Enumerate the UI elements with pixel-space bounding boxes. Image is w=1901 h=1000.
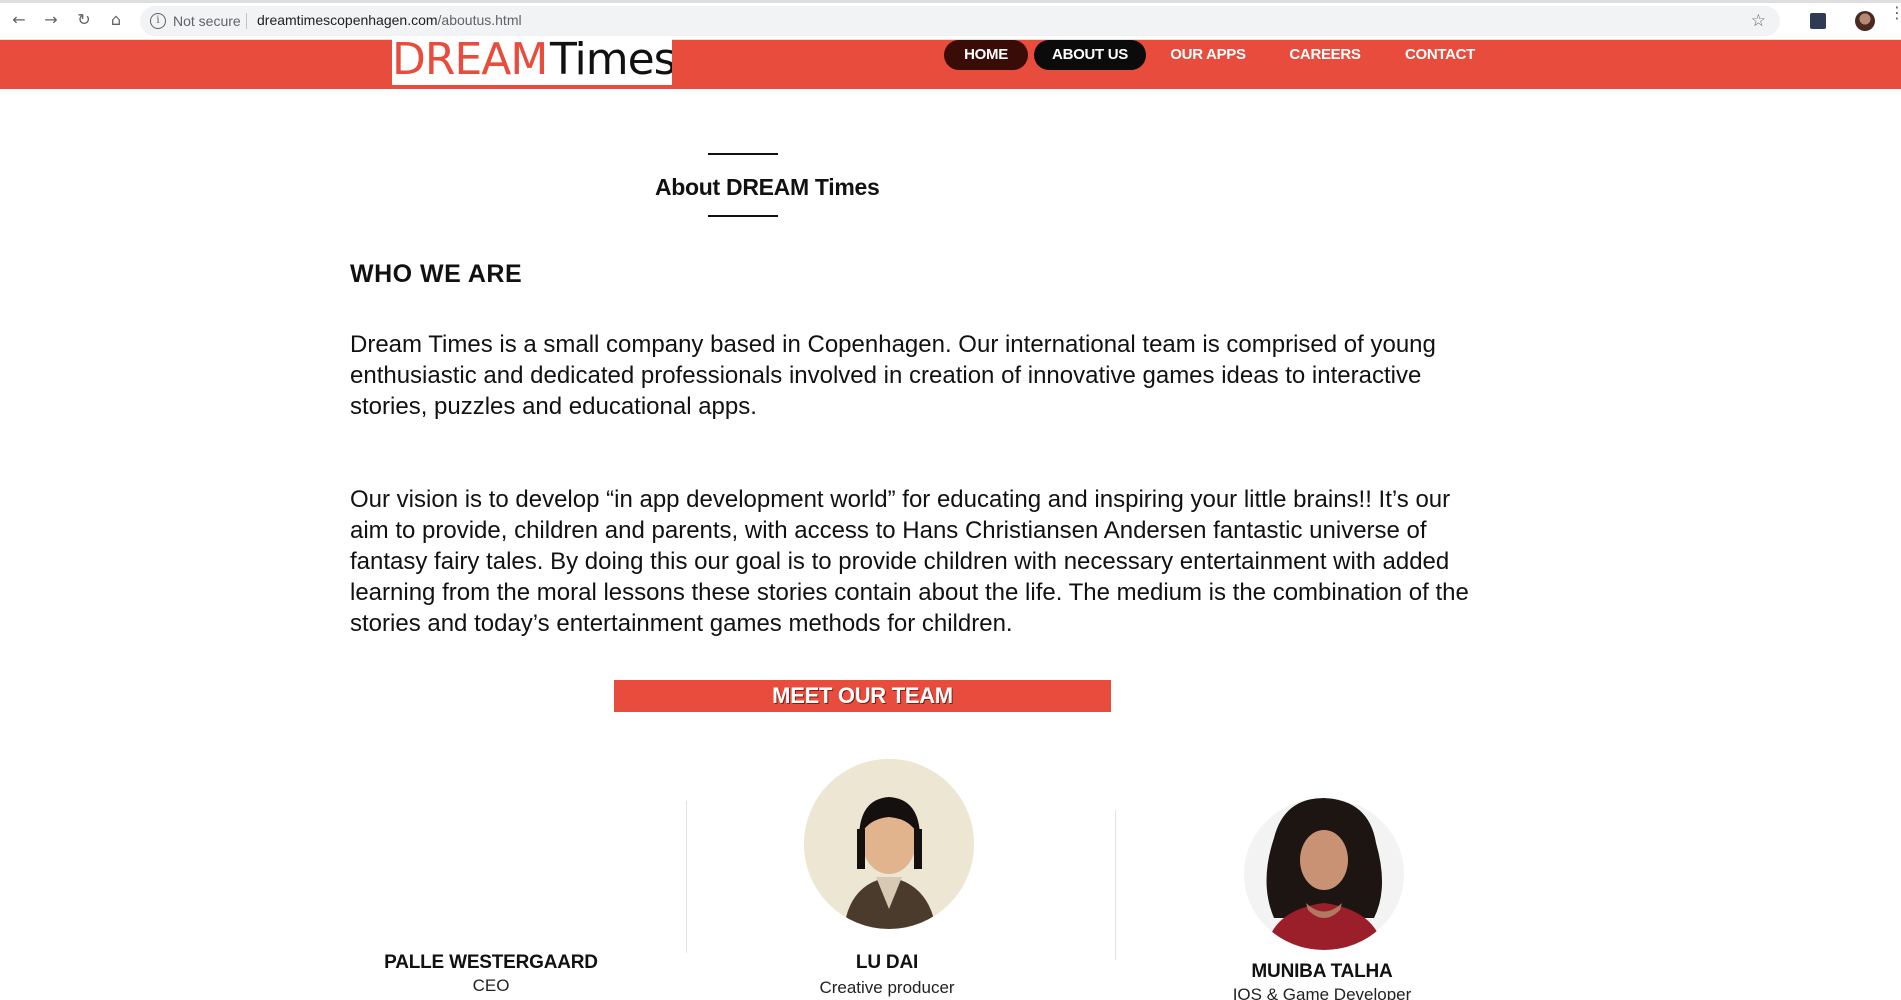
member-name: LU DAI bbox=[855, 952, 919, 973]
security-label: Not secure bbox=[173, 13, 241, 29]
member-photo bbox=[1244, 798, 1404, 950]
title-rule-bottom bbox=[708, 215, 778, 217]
logo-times: Times bbox=[550, 38, 672, 85]
team-heading-bar: MEET OUR TEAM bbox=[614, 680, 1111, 712]
address-separator bbox=[246, 13, 247, 29]
reload-icon[interactable]: ↻ bbox=[75, 11, 93, 29]
section-heading: WHO WE ARE bbox=[350, 260, 523, 288]
member-role: CEO bbox=[472, 976, 510, 995]
url-domain: dreamtimescopenhagen.com bbox=[257, 12, 438, 28]
nav-careers[interactable]: CAREERS bbox=[1272, 40, 1378, 70]
member-role: Creative producer bbox=[819, 978, 955, 997]
address-bar[interactable]: i Not secure dreamtimescopenhagen.com/ab… bbox=[140, 6, 1780, 36]
vision-paragraph: Our vision is to develop “in app develop… bbox=[350, 486, 1469, 637]
member-role: IOS & Game Developer bbox=[1232, 985, 1412, 1000]
logo-dream: DREAM bbox=[392, 38, 548, 85]
url-text[interactable]: dreamtimescopenhagen.com/aboutus.html bbox=[257, 12, 522, 28]
team-heading: MEET OUR TEAM bbox=[772, 683, 953, 708]
member-name: PALLE WESTERGAARD bbox=[384, 952, 598, 973]
member-photo bbox=[804, 759, 974, 929]
back-arrow-icon[interactable]: ← bbox=[10, 11, 28, 29]
url-path: /aboutus.html bbox=[437, 12, 522, 28]
page-title: About DREAM Times bbox=[655, 174, 880, 200]
member-name: MUNIBA TALHA bbox=[1251, 961, 1393, 982]
info-icon[interactable]: i bbox=[150, 13, 166, 29]
bookmark-star-icon[interactable]: ☆ bbox=[1751, 11, 1766, 31]
menu-dots-icon[interactable]: ⋮ bbox=[1889, 5, 1901, 21]
intro-paragraph: Dream Times is a small company based in … bbox=[350, 331, 1436, 420]
site-logo[interactable]: DREAM Times bbox=[392, 38, 672, 85]
nav-home[interactable]: HOME bbox=[944, 40, 1028, 70]
browser-toolbar: ← → ↻ ⌂ i Not secure dreamtimescopenhage… bbox=[0, 0, 1901, 40]
team-divider bbox=[1115, 810, 1116, 960]
nav-our-apps[interactable]: OUR APPS bbox=[1158, 40, 1258, 70]
forward-arrow-icon[interactable]: → bbox=[42, 11, 60, 29]
profile-avatar-icon[interactable] bbox=[1855, 11, 1875, 31]
extension-icon[interactable] bbox=[1810, 13, 1826, 29]
tab-strip-edge bbox=[0, 0, 1901, 3]
home-icon[interactable]: ⌂ bbox=[107, 11, 125, 29]
nav-about-us[interactable]: ABOUT US bbox=[1034, 40, 1146, 70]
team-divider bbox=[686, 801, 687, 953]
nav-contact[interactable]: CONTACT bbox=[1390, 40, 1490, 70]
title-rule-top bbox=[708, 153, 778, 155]
